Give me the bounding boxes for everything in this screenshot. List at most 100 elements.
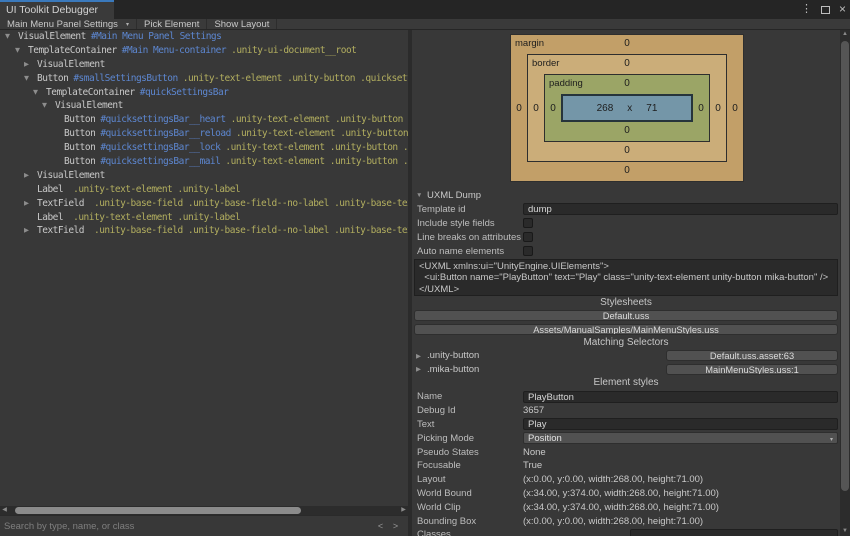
chevron-down-icon: ▾ xyxy=(126,21,129,28)
foldout-collapsed-icon[interactable]: ▶ xyxy=(416,352,427,360)
bounding-box-value: (x:0.00, y:0.00, width:268.00, height:71… xyxy=(523,516,838,527)
classes-label: Classes xyxy=(417,529,523,536)
name-label: Name xyxy=(417,391,523,402)
panel-picker-dropdown[interactable]: Main Menu Panel Settings ▾ xyxy=(0,19,137,29)
window-tab[interactable]: UI Toolkit Debugger xyxy=(0,0,114,19)
line-breaks-label: Line breaks on attributes xyxy=(417,232,523,243)
pick-element-button[interactable]: Pick Element xyxy=(137,19,207,29)
tree-row[interactable]: TextField.unity-base-field .unity-base-f… xyxy=(0,224,408,238)
foldout-collapsed-icon[interactable] xyxy=(24,197,37,211)
margin-top-value: 0 xyxy=(511,38,743,49)
stylesheet-button[interactable]: Assets/ManualSamples/MainMenuStyles.uss xyxy=(414,324,838,335)
debugger-toolbar: Main Menu Panel Settings ▾ Pick Element … xyxy=(0,19,850,30)
stylesheet-button[interactable]: Default.uss xyxy=(414,310,838,321)
margin-right-value: 0 xyxy=(727,54,743,162)
uxml-dump-foldout[interactable]: ▼ UXML Dump xyxy=(412,188,840,202)
tree-row[interactable]: TemplateContainer#Main Menu-container.un… xyxy=(0,44,408,58)
auto-name-label: Auto name elements xyxy=(417,246,523,257)
tree-row[interactable]: Label.unity-text-element .unity-label xyxy=(0,183,408,197)
selector-name: .unity-button xyxy=(427,350,479,361)
tree-row[interactable]: Button#quicksettingsBar__heart.unity-tex… xyxy=(0,113,408,127)
box-model-margin: margin 0 0 border 0 0 xyxy=(510,34,744,182)
vertical-scrollbar-thumb[interactable] xyxy=(841,41,849,491)
tree-row[interactable]: TextField.unity-base-field .unity-base-f… xyxy=(0,197,408,211)
selector-source-button[interactable]: MainMenuStyles.uss:1 xyxy=(666,364,838,375)
search-prev-button[interactable]: < xyxy=(375,518,386,534)
tree-row[interactable]: Label.unity-text-element .unity-label xyxy=(0,211,408,225)
box-model-border: border 0 0 padding 0 0 xyxy=(527,54,727,162)
include-style-fields-checkbox[interactable] xyxy=(523,218,533,228)
line-breaks-checkbox[interactable] xyxy=(523,232,533,242)
template-id-field[interactable]: dump xyxy=(523,203,838,215)
padding-bottom-value: 0 xyxy=(545,125,709,136)
foldout-collapsed-icon[interactable] xyxy=(24,224,37,238)
tree-row[interactable]: VisualElement xyxy=(0,99,408,113)
classes-field[interactable] xyxy=(630,529,838,536)
content-x-separator: x xyxy=(627,103,632,114)
border-bottom-value: 0 xyxy=(528,145,726,156)
show-layout-button[interactable]: Show Layout xyxy=(207,19,277,29)
tree-row[interactable]: TemplateContainer#quickSettingsBar xyxy=(0,86,408,100)
maximize-icon[interactable] xyxy=(821,6,830,14)
uxml-code-area[interactable]: <UXML xmlns:ui="UnityEngine.UIElements">… xyxy=(414,259,838,296)
foldout-collapsed-icon[interactable]: ▶ xyxy=(416,365,427,373)
foldout-expanded-icon[interactable] xyxy=(24,72,37,86)
debug-id-value: 3657 xyxy=(523,405,838,416)
horizontal-scrollbar-thumb[interactable] xyxy=(15,507,301,514)
search-input[interactable] xyxy=(4,518,374,534)
box-model-content: 268 x 71 xyxy=(561,94,693,122)
tree-row[interactable]: VisualElement#Main Menu Panel Settings xyxy=(0,30,408,44)
stylesheets-header: Stylesheets xyxy=(412,296,840,309)
scroll-down-icon[interactable]: ▼ xyxy=(840,527,850,536)
scroll-right-icon[interactable]: ▶ xyxy=(399,506,408,515)
kebab-menu-icon[interactable]: ⋮ xyxy=(801,0,812,19)
box-model-padding: padding 0 0 268 x 71 xyxy=(544,74,710,142)
focusable-label: Focusable xyxy=(417,460,523,471)
padding-right-value: 0 xyxy=(693,94,709,122)
world-bound-label: World Bound xyxy=(417,488,523,499)
selector-row: ▶ .unity-button Default.uss.asset:63 xyxy=(412,349,840,363)
title-bar: UI Toolkit Debugger ⋮ × xyxy=(0,0,850,19)
tree-row[interactable]: Button#smallSettingsButton.unity-text-el… xyxy=(0,72,408,86)
world-clip-value: (x:34.00, y:374.00, width:268.00, height… xyxy=(523,502,838,513)
picking-mode-value: Position xyxy=(528,433,562,444)
foldout-collapsed-icon[interactable] xyxy=(24,169,37,183)
content-width: 268 xyxy=(597,103,614,114)
foldout-expanded-icon[interactable] xyxy=(15,44,28,58)
foldout-expanded-icon[interactable] xyxy=(42,99,55,113)
selector-source-button[interactable]: Default.uss.asset:63 xyxy=(666,350,838,361)
pseudo-states-label: Pseudo States xyxy=(417,447,523,458)
auto-name-checkbox[interactable] xyxy=(523,246,533,256)
hierarchy-panel: VisualElement#Main Menu Panel Settings T… xyxy=(0,30,408,506)
tree-row[interactable]: Button#quicksettingsBar__mail.unity-text… xyxy=(0,155,408,169)
tree-row[interactable]: Button#quicksettingsBar__reload.unity-te… xyxy=(0,127,408,141)
tree-row[interactable]: Button#quicksettingsBar__lock.unity-text… xyxy=(0,141,408,155)
element-tree: VisualElement#Main Menu Panel Settings T… xyxy=(0,30,408,238)
picking-mode-dropdown[interactable]: Position ▾ xyxy=(523,432,838,444)
tree-row[interactable]: VisualElement xyxy=(0,169,408,183)
selector-row: ▶ .mika-button MainMenuStyles.uss:1 xyxy=(412,363,840,377)
foldout-collapsed-icon[interactable] xyxy=(24,58,37,72)
border-left-value: 0 xyxy=(528,74,544,142)
inspector-panel: margin 0 0 border 0 0 xyxy=(412,30,840,536)
layout-value: (x:0.00, y:0.00, width:268.00, height:71… xyxy=(523,474,838,485)
search-bar: < > xyxy=(0,515,408,536)
scroll-left-icon[interactable]: ◀ xyxy=(0,506,9,515)
padding-left-value: 0 xyxy=(545,94,561,122)
selector-name: .mika-button xyxy=(427,364,479,375)
horizontal-scrollbar[interactable]: ◀ ▶ xyxy=(0,506,408,515)
chevron-down-icon: ▾ xyxy=(830,435,833,446)
name-field[interactable]: PlayButton xyxy=(523,391,838,403)
foldout-expanded-icon[interactable] xyxy=(5,30,18,44)
tree-row[interactable]: VisualElement xyxy=(0,58,408,72)
search-next-button[interactable]: > xyxy=(390,518,401,534)
scroll-up-icon[interactable]: ▲ xyxy=(840,30,850,39)
uxml-dump-title: UXML Dump xyxy=(427,190,481,201)
close-icon[interactable]: × xyxy=(839,0,846,19)
vertical-scrollbar[interactable]: ▲ ▼ xyxy=(840,30,850,536)
foldout-expanded-icon[interactable] xyxy=(33,86,46,100)
text-field[interactable]: Play xyxy=(523,418,838,430)
world-bound-value: (x:34.00, y:374.00, width:268.00, height… xyxy=(523,488,838,499)
pseudo-states-value: None xyxy=(523,447,838,458)
include-style-fields-label: Include style fields xyxy=(417,218,523,229)
